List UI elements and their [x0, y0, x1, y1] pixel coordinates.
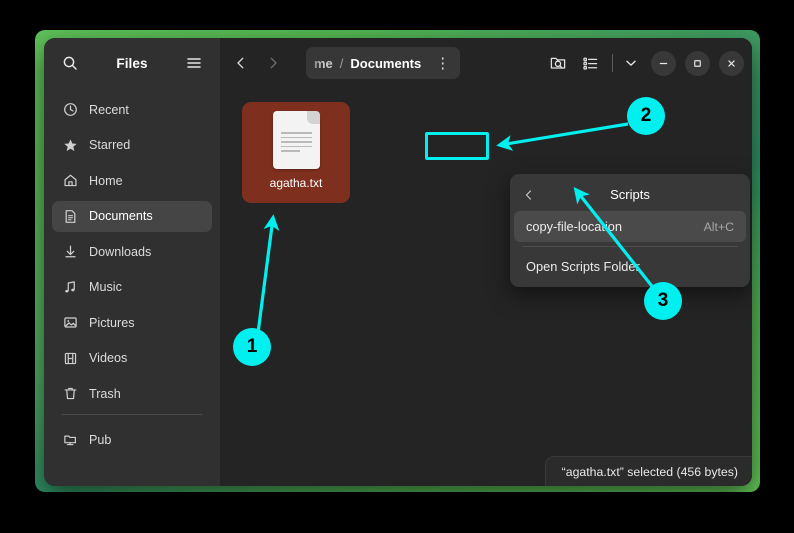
document-icon — [62, 208, 78, 224]
film-icon — [62, 350, 78, 366]
star-icon — [62, 137, 78, 153]
scripts-context-menu: Scripts copy-file-location Alt+C Open Sc… — [510, 174, 750, 287]
breadcrumb-separator: / — [339, 55, 344, 71]
menu-item-open-scripts-folder[interactable]: Open Scripts Folder — [514, 251, 746, 282]
doc-lines — [280, 132, 312, 155]
sidebar-item-downloads[interactable]: Downloads — [52, 236, 212, 267]
clock-icon — [62, 102, 78, 118]
file-item-agatha[interactable]: agatha.txt — [242, 102, 350, 203]
folder-search-icon[interactable] — [543, 48, 573, 78]
sidebar-header: Files — [44, 38, 220, 88]
sidebar-item-label: Music — [89, 280, 122, 294]
sidebar-item-label: Pictures — [89, 315, 135, 330]
sidebar-item-label: Recent — [89, 102, 129, 117]
annotation-badge-3: 3 — [644, 282, 682, 320]
breadcrumb[interactable]: me / Documents ⋮ — [306, 47, 461, 79]
menu-item-shortcut: Alt+C — [703, 219, 734, 234]
breadcrumb-parent[interactable]: me — [306, 56, 333, 71]
page-fold — [306, 111, 320, 124]
music-note-icon — [62, 279, 78, 295]
scripts-menu-title: Scripts — [610, 187, 650, 202]
sidebar: Files Recent Starred Home Documents Down… — [44, 38, 220, 486]
close-icon[interactable] — [719, 50, 744, 76]
menu-item-label: copy-file-location — [526, 219, 623, 234]
sidebar-item-pictures[interactable]: Pictures — [52, 307, 212, 338]
chevron-left-icon[interactable] — [518, 184, 540, 206]
sidebar-item-label: Starred — [89, 138, 131, 152]
menu-divider — [522, 246, 738, 247]
app-title: Files — [116, 55, 148, 71]
window-header: me / Documents ⋮ — [220, 38, 752, 88]
network-folder-icon — [62, 432, 78, 448]
download-icon — [62, 244, 78, 260]
text-document-icon — [272, 111, 320, 169]
annotation-badge-1: 1 — [233, 328, 271, 366]
sidebar-places-list: Recent Starred Home Documents Downloads … — [44, 88, 220, 486]
scripts-title-highlight — [425, 132, 489, 160]
menu-item-copy-file-location[interactable]: copy-file-location Alt+C — [514, 211, 746, 242]
sidebar-item-starred[interactable]: Starred — [52, 130, 212, 161]
toolbar-divider — [612, 54, 613, 72]
sidebar-item-label: Home — [89, 173, 123, 188]
status-text: “agatha.txt” selected (456 bytes) — [561, 464, 738, 479]
sidebar-item-home[interactable]: Home — [52, 165, 212, 196]
sidebar-item-pub[interactable]: Pub — [52, 424, 212, 455]
sidebar-item-label: Documents — [89, 209, 153, 223]
annotation-badge-2: 2 — [627, 97, 665, 135]
chevron-down-icon[interactable] — [620, 48, 642, 78]
hamburger-menu-icon[interactable] — [180, 49, 208, 77]
sidebar-item-label: Videos — [89, 351, 128, 365]
sidebar-item-label: Trash — [89, 386, 121, 401]
vertical-dots-icon[interactable]: ⋮ — [421, 56, 454, 71]
maximize-icon[interactable] — [685, 50, 710, 76]
back-button[interactable] — [226, 48, 256, 78]
trash-icon — [62, 386, 78, 402]
status-bar: “agatha.txt” selected (456 bytes) — [544, 456, 752, 486]
screenshot-root: Files Recent Starred Home Documents Down… — [0, 0, 794, 533]
file-name-label: agatha.txt — [269, 176, 323, 190]
home-icon — [62, 173, 78, 189]
scripts-menu-items: copy-file-location Alt+C Open Scripts Fo… — [510, 211, 750, 287]
sidebar-item-music[interactable]: Music — [52, 272, 212, 303]
menu-item-label: Open Scripts Folder — [526, 259, 640, 274]
forward-button[interactable] — [258, 48, 288, 78]
sidebar-item-label: Pub — [89, 432, 112, 447]
sidebar-item-label: Downloads — [89, 244, 152, 259]
sidebar-divider — [62, 414, 202, 415]
breadcrumb-current[interactable]: Documents — [350, 56, 421, 71]
sidebar-item-documents[interactable]: Documents — [52, 200, 212, 232]
scripts-menu-header: Scripts — [510, 178, 750, 211]
sidebar-item-recent[interactable]: Recent — [52, 94, 212, 125]
search-icon[interactable] — [56, 49, 84, 77]
minimize-icon[interactable] — [651, 50, 676, 76]
list-view-icon[interactable] — [575, 48, 605, 78]
sidebar-item-trash[interactable]: Trash — [52, 378, 212, 409]
main-pane: me / Documents ⋮ agatha.txt Scripts copy… — [220, 38, 752, 486]
image-icon — [62, 315, 78, 331]
sidebar-item-videos[interactable]: Videos — [52, 343, 212, 374]
